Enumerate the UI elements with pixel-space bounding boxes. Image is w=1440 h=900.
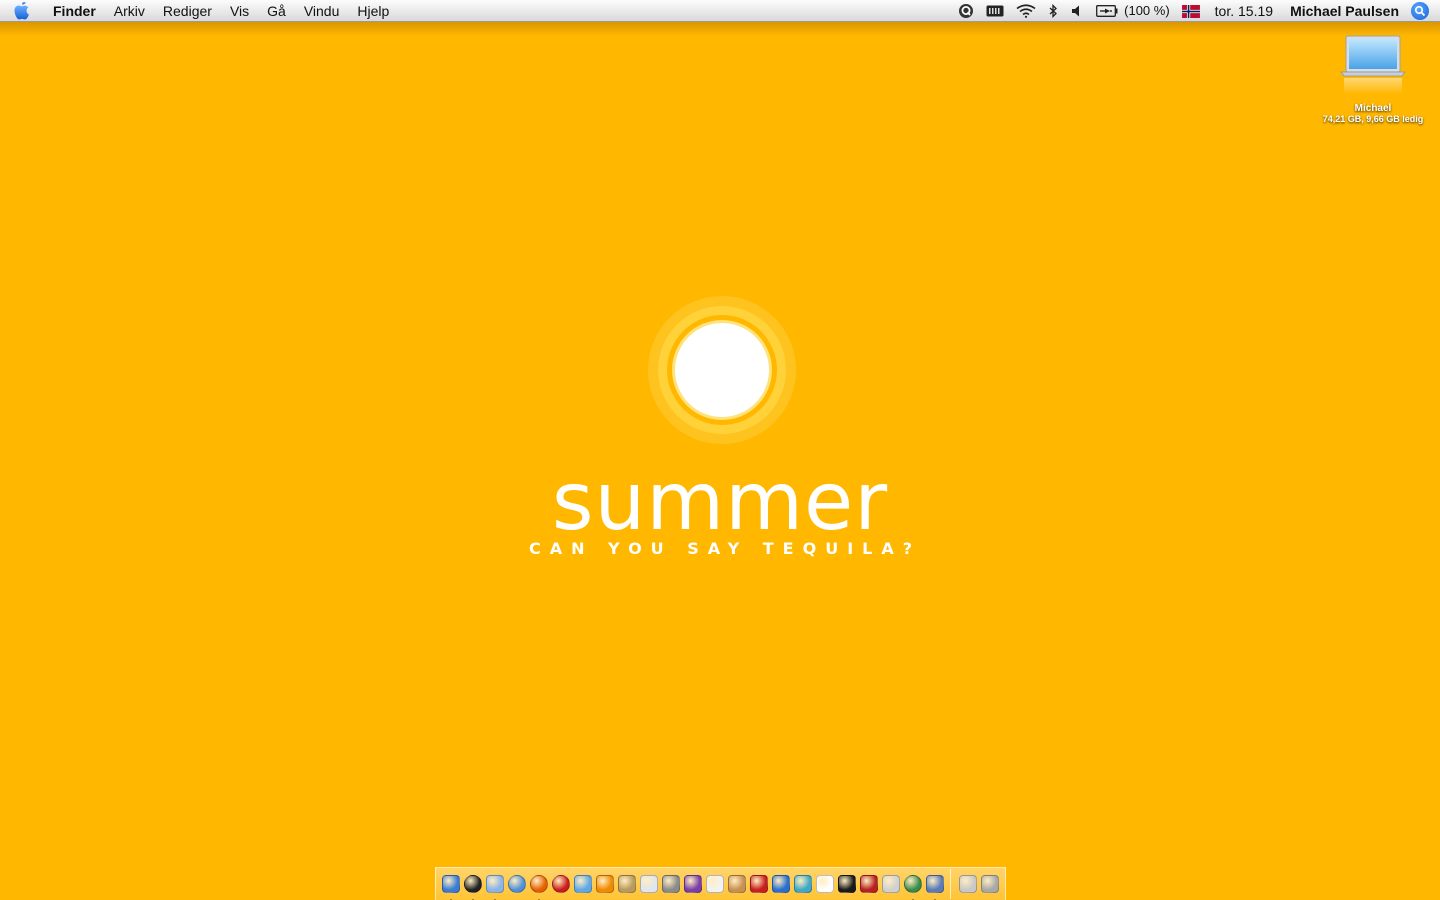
transmit-glyph [728, 875, 746, 893]
ram-meter-icon[interactable] [980, 0, 1010, 22]
finder-glyph [442, 875, 460, 893]
airport-icon[interactable] [792, 873, 814, 895]
dock-trailing [957, 873, 1001, 895]
bluetooth-icon[interactable] [1042, 0, 1064, 22]
quicksilver-icon[interactable] [952, 0, 980, 22]
sun-graphic [648, 296, 796, 444]
utility-icon[interactable] [660, 873, 682, 895]
battery-percentage[interactable]: (100 %) [1118, 0, 1176, 22]
menu-hjelp[interactable]: Hjelp [348, 0, 398, 22]
wallpaper-subtitle: CAN YOU SAY TEQUILA? [528, 539, 922, 558]
terminal-glyph [838, 875, 856, 893]
menu-arkiv[interactable]: Arkiv [105, 0, 154, 22]
opera-glyph [552, 875, 570, 893]
menu-bar-shadow [0, 22, 1440, 36]
dock-separator [950, 869, 951, 899]
vlc-icon[interactable] [594, 873, 616, 895]
network-app-icon[interactable] [902, 873, 924, 900]
norwegian-flag-icon[interactable] [1176, 0, 1206, 22]
word-glyph [772, 875, 790, 893]
menu-vindu[interactable]: Vindu [295, 0, 349, 22]
textedit-icon[interactable] [638, 873, 660, 895]
vlc-glyph [596, 875, 614, 893]
menu-bar: Finder Arkiv Rediger Vis Gå Vindu Hjelp … [0, 0, 1440, 22]
dock [435, 867, 1006, 900]
pages-glyph [706, 875, 724, 893]
mail-glyph [486, 875, 504, 893]
wallpaper-title: summer [551, 455, 889, 548]
menu-clock[interactable]: tor. 15.19 [1206, 0, 1282, 22]
menu-rediger[interactable]: Rediger [154, 0, 221, 22]
apple-menu-icon[interactable] [0, 0, 44, 22]
volume-icon[interactable] [1064, 0, 1090, 22]
textedit-glyph [640, 875, 658, 893]
menu-vis[interactable]: Vis [221, 0, 258, 22]
network-app-glyph [904, 875, 922, 893]
spotlight-icon[interactable] [1411, 2, 1429, 20]
dashboard-glyph [464, 875, 482, 893]
laptop-drive-icon [1340, 35, 1406, 94]
adium-icon[interactable] [924, 873, 946, 900]
hd-icon-info: 74,21 GB, 9,66 GB ledig [1322, 114, 1424, 124]
ical-icon[interactable] [814, 873, 836, 895]
menu-finder[interactable]: Finder [44, 0, 105, 22]
pages-icon[interactable] [704, 873, 726, 895]
script-editor-glyph [618, 875, 636, 893]
transmit-icon[interactable] [726, 873, 748, 895]
dashboard-icon[interactable] [462, 873, 484, 900]
mail-icon[interactable] [484, 873, 506, 900]
battery-icon[interactable] [1090, 0, 1118, 22]
purple-app-icon[interactable] [682, 873, 704, 895]
purple-app-glyph [684, 875, 702, 893]
firefox-icon[interactable] [528, 873, 550, 900]
opera-icon[interactable] [550, 873, 572, 895]
photo-app-icon[interactable] [858, 873, 880, 895]
adium-glyph [926, 875, 944, 893]
word-icon[interactable] [770, 873, 792, 895]
red-app-icon[interactable] [748, 873, 770, 895]
user-name[interactable]: Michael Paulsen [1282, 0, 1407, 22]
wifi-icon[interactable] [1010, 0, 1042, 22]
red-app-glyph [750, 875, 768, 893]
downloads-stack-glyph [959, 875, 977, 893]
utility-glyph [662, 875, 680, 893]
hd-icon-title: Michael [1354, 103, 1392, 114]
trash-glyph [981, 875, 999, 893]
menu-bar-extras: (100 %) tor. 15.19 Michael Paulsen [952, 0, 1440, 22]
script-editor-icon[interactable] [616, 873, 638, 895]
finder-icon[interactable] [440, 873, 462, 900]
safari-glyph [508, 875, 526, 893]
system-preferences-glyph [882, 875, 900, 893]
photo-app-glyph [860, 875, 878, 893]
airport-glyph [794, 875, 812, 893]
itunes-glyph [574, 875, 592, 893]
menu-ga[interactable]: Gå [258, 0, 295, 22]
safari-icon[interactable] [506, 873, 528, 895]
downloads-stack-icon[interactable] [957, 873, 979, 895]
desktop-hd-icon[interactable]: Michael 74,21 GB, 9,66 GB ledig [1312, 34, 1434, 124]
trash-icon[interactable] [979, 873, 1001, 895]
dock-apps [440, 873, 946, 900]
ical-glyph [816, 875, 834, 893]
firefox-glyph [530, 875, 548, 893]
system-preferences-icon[interactable] [880, 873, 902, 895]
itunes-icon[interactable] [572, 873, 594, 895]
menu-bar-left: Finder Arkiv Rediger Vis Gå Vindu Hjelp [0, 0, 398, 22]
terminal-icon[interactable] [836, 873, 858, 895]
